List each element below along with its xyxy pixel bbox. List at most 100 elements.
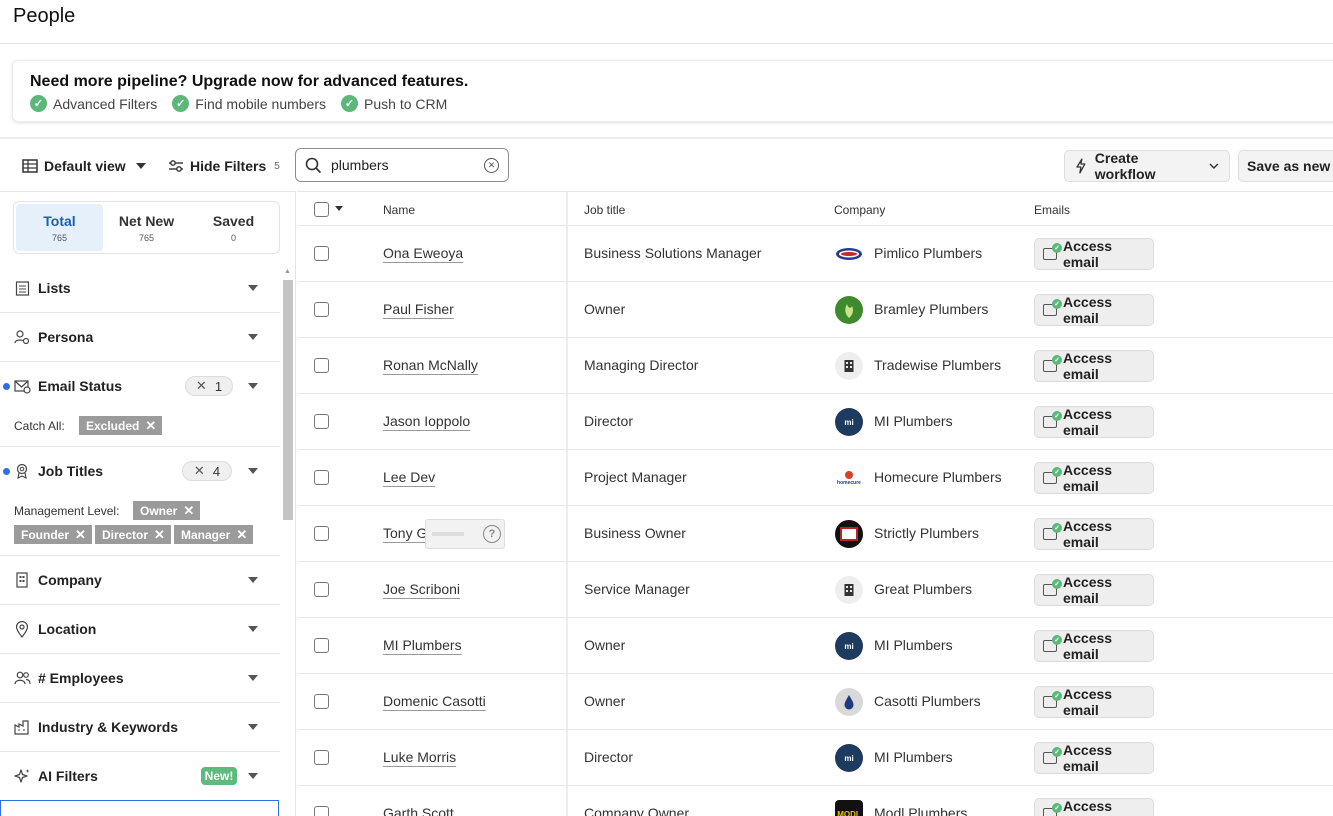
- filter-employees[interactable]: # Employees: [0, 654, 280, 703]
- search-box[interactable]: ✕: [295, 148, 509, 182]
- row-checkbox[interactable]: [314, 246, 329, 261]
- chevron-down-icon[interactable]: [248, 285, 258, 291]
- filter-company[interactable]: Company: [0, 556, 280, 605]
- help-icon[interactable]: ?: [483, 525, 501, 543]
- person-name-link[interactable]: Domenic Casotti: [383, 693, 486, 709]
- chevron-down-icon[interactable]: [248, 383, 258, 389]
- person-name-link[interactable]: Luke Morris: [383, 749, 456, 765]
- person-name-link[interactable]: Ronan McNally: [383, 357, 478, 373]
- person-name-link[interactable]: MI Plumbers: [383, 637, 462, 653]
- table-row[interactable]: Paul Fisher Owner Bramley Plumbers ✓ Acce…: [297, 282, 1333, 338]
- filter-chip-excluded[interactable]: Excluded ✕: [79, 416, 163, 435]
- filter-location[interactable]: Location: [0, 605, 280, 654]
- search-input[interactable]: [331, 157, 471, 173]
- company-name-link[interactable]: Great Plumbers: [874, 581, 972, 597]
- chevron-down-icon[interactable]: [248, 773, 258, 779]
- filter-email-status[interactable]: Email Status ✕ 1 Catch All: Excluded ✕: [0, 362, 280, 447]
- person-name-link[interactable]: Lee Dev: [383, 469, 435, 485]
- person-name-link[interactable]: Joe Scriboni: [383, 581, 460, 597]
- company-name-link[interactable]: Modl Plumbers: [874, 805, 967, 816]
- hidden-name-tooltip[interactable]: ?: [425, 519, 505, 549]
- chip-remove-icon[interactable]: ✕: [154, 527, 165, 543]
- scrollbar-thumb[interactable]: [283, 280, 293, 520]
- chevron-down-icon[interactable]: [248, 675, 258, 681]
- person-name-link[interactable]: Garth Scott: [383, 805, 454, 816]
- filter-count-badge[interactable]: ✕ 1: [185, 376, 233, 396]
- row-checkbox[interactable]: [314, 414, 329, 429]
- access-email-button[interactable]: ✓Access email: [1034, 462, 1154, 494]
- chevron-down-icon[interactable]: [335, 206, 343, 211]
- table-row[interactable]: Garth Scott Company Owner MODL Modl Plum…: [297, 786, 1333, 816]
- row-checkbox[interactable]: [314, 582, 329, 597]
- clear-icon[interactable]: ✕: [194, 463, 205, 479]
- save-as-new-button[interactable]: Save as new s: [1238, 150, 1333, 182]
- sidebar-scrollbar[interactable]: ▲: [281, 268, 293, 816]
- filter-job-titles[interactable]: Job Titles ✕ 4 Management Level: Owner ✕ F…: [0, 447, 280, 556]
- row-checkbox[interactable]: [314, 638, 329, 653]
- company-name-link[interactable]: Homecure Plumbers: [874, 469, 1002, 485]
- chip-remove-icon[interactable]: ✕: [183, 503, 194, 519]
- access-email-button[interactable]: ✓Access email: [1034, 518, 1154, 550]
- chevron-down-icon[interactable]: [248, 468, 258, 474]
- person-name-link[interactable]: Jason Ioppolo: [383, 413, 470, 429]
- chip-remove-icon[interactable]: ✕: [145, 418, 156, 434]
- table-row[interactable]: Tony G ? Business Owner Strictly Plumber…: [297, 506, 1333, 562]
- header-job-title[interactable]: Job title: [584, 203, 625, 217]
- company-name-link[interactable]: Pimlico Plumbers: [874, 245, 982, 261]
- table-row[interactable]: Jason Ioppolo Director mi MI Plumbers ✓ A…: [297, 394, 1333, 450]
- header-name[interactable]: Name: [383, 203, 415, 217]
- company-name-link[interactable]: Casotti Plumbers: [874, 693, 981, 709]
- row-checkbox[interactable]: [314, 806, 329, 816]
- header-company[interactable]: Company: [834, 203, 885, 217]
- chevron-down-icon[interactable]: [248, 724, 258, 730]
- person-name-link[interactable]: Paul Fisher: [383, 301, 454, 317]
- company-name-link[interactable]: Strictly Plumbers: [874, 525, 979, 541]
- filter-chip-director[interactable]: Director ✕: [95, 525, 171, 544]
- table-row[interactable]: Domenic Casotti Owner Casotti Plumbers ✓…: [297, 674, 1333, 730]
- company-name-link[interactable]: Tradewise Plumbers: [874, 357, 1001, 373]
- filter-chip-owner[interactable]: Owner ✕: [133, 501, 201, 520]
- table-row[interactable]: Luke Morris Director mi MI Plumbers ✓ Acc…: [297, 730, 1333, 786]
- filter-industry-keywords[interactable]: Industry & Keywords: [0, 703, 280, 752]
- tab-saved[interactable]: Saved 0: [190, 204, 277, 251]
- company-name-link[interactable]: MI Plumbers: [874, 637, 953, 653]
- filter-ai-filters[interactable]: AI Filters New!: [0, 752, 280, 801]
- access-email-button[interactable]: ✓Access email: [1034, 798, 1154, 816]
- company-name-link[interactable]: Bramley Plumbers: [874, 301, 988, 317]
- create-workflow-button[interactable]: Create workflow: [1064, 150, 1230, 182]
- select-all-checkbox[interactable]: [314, 202, 329, 217]
- chevron-down-icon[interactable]: [248, 334, 258, 340]
- row-checkbox[interactable]: [314, 470, 329, 485]
- row-checkbox[interactable]: [314, 302, 329, 317]
- tab-total[interactable]: Total 765: [16, 204, 103, 251]
- table-row[interactable]: MI Plumbers Owner mi MI Plumbers ✓ Access…: [297, 618, 1333, 674]
- access-email-button[interactable]: ✓Access email: [1034, 238, 1154, 270]
- filter-persona[interactable]: Persona: [0, 313, 280, 362]
- table-row[interactable]: Ronan McNally Managing Director Tradewis…: [297, 338, 1333, 394]
- access-email-button[interactable]: ✓Access email: [1034, 350, 1154, 382]
- access-email-button[interactable]: ✓Access email: [1034, 294, 1154, 326]
- filter-lists[interactable]: Lists: [0, 264, 280, 313]
- person-name-link[interactable]: Ona Eweoya: [383, 245, 463, 261]
- access-email-button[interactable]: ✓Access email: [1034, 406, 1154, 438]
- row-checkbox[interactable]: [314, 750, 329, 765]
- chip-remove-icon[interactable]: ✕: [236, 527, 247, 543]
- sidebar-focused-input[interactable]: [0, 800, 279, 816]
- chip-remove-icon[interactable]: ✕: [75, 527, 86, 543]
- access-email-button[interactable]: ✓Access email: [1034, 742, 1154, 774]
- scroll-up-arrow-icon[interactable]: ▲: [284, 268, 291, 275]
- access-email-button[interactable]: ✓Access email: [1034, 630, 1154, 662]
- clear-icon[interactable]: ✕: [196, 378, 207, 394]
- default-view-button[interactable]: Default view: [22, 150, 146, 182]
- row-checkbox[interactable]: [314, 694, 329, 709]
- table-row[interactable]: Joe Scriboni Service Manager Great Plumb…: [297, 562, 1333, 618]
- filter-chip-founder[interactable]: Founder ✕: [14, 525, 92, 544]
- chevron-down-icon[interactable]: [248, 626, 258, 632]
- hide-filters-button[interactable]: Hide Filters 5: [168, 150, 280, 182]
- row-checkbox[interactable]: [314, 526, 329, 541]
- clear-search-icon[interactable]: ✕: [484, 157, 499, 173]
- tab-net-new[interactable]: Net New 765: [103, 204, 190, 251]
- access-email-button[interactable]: ✓Access email: [1034, 574, 1154, 606]
- chevron-down-icon[interactable]: [248, 577, 258, 583]
- table-row[interactable]: Ona Eweoya Business Solutions Manager Pi…: [297, 226, 1333, 282]
